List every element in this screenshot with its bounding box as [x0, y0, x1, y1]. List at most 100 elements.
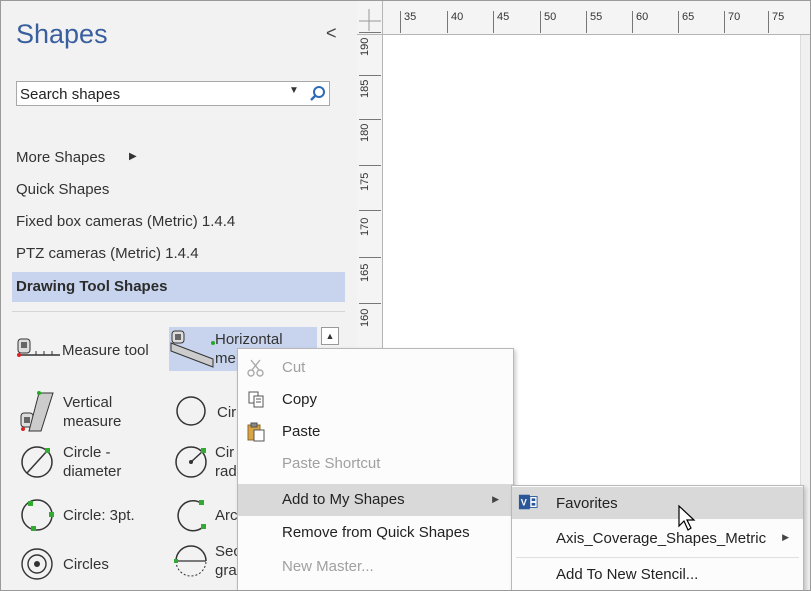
menu-cut[interactable]: Cut	[238, 352, 513, 384]
menu-copy[interactable]: Copy	[238, 384, 513, 416]
horizontal-ruler	[357, 1, 810, 35]
ruler-tick	[632, 11, 633, 33]
measure-tool-label: Measure tool	[62, 341, 149, 359]
sector-icon	[174, 545, 207, 577]
submenu-axis-coverage-label: Axis_Coverage_Shapes_Metric	[556, 530, 767, 547]
vertical-measure-label-1: Vertical	[63, 394, 113, 411]
submenu-favorites[interactable]: V Favorites	[512, 487, 803, 519]
ruler-tick	[540, 11, 541, 33]
ruler-label-h: 45	[497, 11, 510, 23]
horizontal-measure-label-1: Horizontal	[215, 331, 283, 348]
ruler-tick	[447, 11, 448, 33]
menu-remove-from-quick-shapes[interactable]: Remove from Quick Shapes	[238, 517, 513, 549]
ruler-label-h: 40	[451, 11, 464, 23]
ruler-tick	[359, 165, 381, 166]
menu-copy-label: Copy	[282, 391, 318, 408]
nav-drawing-tool-shapes[interactable]: Drawing Tool Shapes	[12, 272, 345, 302]
ruler-corner	[357, 1, 383, 35]
ruler-tick	[768, 11, 769, 33]
scissors-icon	[247, 359, 264, 377]
ruler-tick	[400, 11, 401, 33]
search-icon[interactable]	[308, 84, 328, 104]
ruler-tick	[359, 210, 381, 211]
submenu-add-new-stencil-label: Add To New Stencil...	[556, 566, 699, 583]
submenu-arrow-icon: ▶	[492, 494, 499, 504]
submenu-add-new-stencil[interactable]: Add To New Stencil...	[512, 558, 803, 590]
nav-quick-shapes[interactable]: Quick Shapes	[16, 181, 109, 198]
stencil-circle-diameter[interactable]: Circle - diameter	[19, 442, 121, 482]
ruler-label-h: 50	[544, 11, 557, 23]
ruler-tick	[678, 11, 679, 33]
menu-new-master-label: New Master...	[282, 558, 374, 575]
menu-remove-quick-label: Remove from Quick Shapes	[282, 524, 470, 541]
stencil-circles[interactable]: Circles	[19, 546, 109, 582]
paste-icon	[247, 422, 265, 442]
vertical-measure-icon	[20, 391, 54, 432]
ruler-tick	[359, 303, 381, 304]
ruler-label-v: 185	[359, 79, 371, 98]
circle-diameter-label-2: diameter	[63, 463, 122, 480]
arc-icon	[177, 500, 206, 532]
stencil-circle-3pt[interactable]: Circle: 3pt.	[19, 495, 135, 535]
menu-new-master[interactable]: New Master...	[238, 551, 513, 583]
nav-ptz-cameras[interactable]: PTZ cameras (Metric) 1.4.4	[16, 245, 199, 262]
stencil-icon: V	[518, 494, 538, 510]
submenu-axis-coverage[interactable]: Axis_Coverage_Shapes_Metric ▶	[512, 522, 803, 554]
circles-icon	[21, 548, 53, 580]
mouse-cursor-icon	[678, 504, 696, 531]
ruler-label-h: 70	[728, 11, 741, 23]
collapse-pane-button[interactable]: <	[326, 23, 337, 44]
circle-3pt-icon	[21, 499, 54, 531]
ruler-label-h: 60	[636, 11, 649, 23]
circle-radius-icon	[175, 446, 207, 478]
pane-title: Shapes	[16, 19, 108, 49]
ruler-label-v: 160	[359, 308, 371, 327]
ruler-tick	[724, 11, 725, 33]
stencil-circle[interactable]: Cir	[175, 395, 236, 429]
ruler-tick	[359, 75, 381, 76]
add-to-my-shapes-submenu: V Favorites Axis_Coverage_Shapes_Metric …	[511, 485, 804, 590]
horizontal-measure-icon	[170, 330, 215, 368]
ruler-label-h: 65	[682, 11, 695, 23]
search-input[interactable]	[20, 85, 280, 103]
menu-cut-label: Cut	[282, 359, 306, 376]
ruler-tick	[493, 11, 494, 33]
circle-diameter-icon	[21, 446, 53, 478]
ruler-label-h: 75	[772, 11, 785, 23]
ruler-tick	[359, 32, 381, 33]
copy-icon	[248, 391, 264, 408]
stencil-arc[interactable]: Arc	[173, 495, 238, 535]
menu-add-to-my-shapes[interactable]: Add to My Shapes ▶	[238, 484, 513, 516]
stencil-sector[interactable]: Sec gra	[173, 541, 241, 581]
context-menu: Cut Copy Paste Paste Shortcut Add to My …	[237, 348, 514, 590]
ruler-label-v: 180	[359, 123, 371, 142]
stencil-measure-tool[interactable]: Measure tool	[16, 337, 149, 363]
circle-label: Cir	[217, 403, 237, 421]
menu-paste-shortcut[interactable]: Paste Shortcut	[238, 448, 513, 480]
circle-radius-label-2: rad	[215, 463, 237, 480]
submenu-arrow-icon: ▶	[782, 532, 789, 542]
circles-label: Circles	[63, 555, 109, 573]
nav-fixed-box-cameras[interactable]: Fixed box cameras (Metric) 1.4.4	[16, 213, 235, 230]
circle-3pt-label: Circle: 3pt.	[63, 506, 135, 524]
search-dropdown-icon[interactable]: ▼	[289, 85, 299, 96]
chevron-right-icon: ▶	[129, 151, 137, 162]
circle-icon	[176, 396, 206, 426]
ruler-label-h: 55	[590, 11, 603, 23]
more-shapes-menu[interactable]: More Shapes	[16, 149, 105, 166]
menu-paste-shortcut-label: Paste Shortcut	[282, 455, 381, 472]
menu-add-to-my-shapes-label: Add to My Shapes	[282, 491, 405, 508]
submenu-favorites-label: Favorites	[556, 495, 618, 512]
arc-label: Arc	[215, 506, 238, 524]
ruler-label-v: 175	[359, 172, 371, 191]
ruler-label-v: 190	[359, 37, 371, 56]
menu-paste-label: Paste	[282, 423, 321, 440]
ruler-label-v: 165	[359, 263, 371, 282]
stencil-vertical-measure[interactable]: Vertical measure	[19, 391, 121, 433]
ruler-tick	[586, 11, 587, 33]
stencil-scroll-up[interactable]: ▲	[321, 327, 339, 345]
ruler-tick	[359, 119, 381, 120]
search-box[interactable]: ▼	[16, 81, 330, 106]
menu-paste[interactable]: Paste	[238, 416, 513, 448]
stencil-circle-radius[interactable]: Cir rad	[173, 442, 237, 482]
